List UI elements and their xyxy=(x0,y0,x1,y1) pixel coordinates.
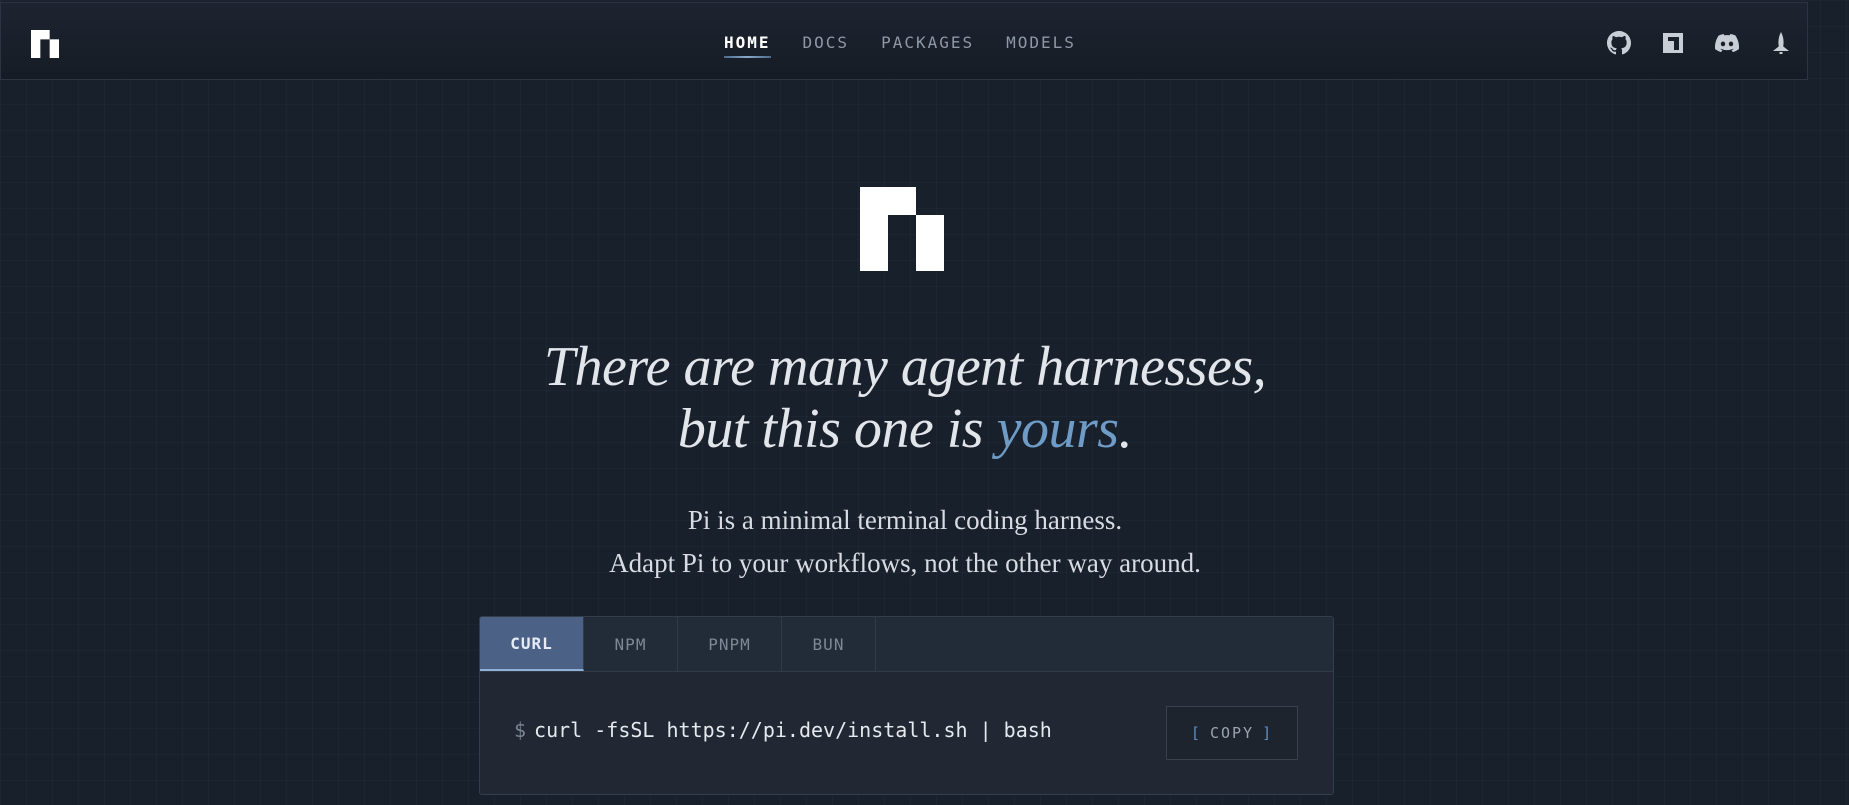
headline-line-1: There are many agent harnesses, xyxy=(543,336,1267,398)
tab-pnpm[interactable]: PNPM xyxy=(678,617,782,671)
install-command[interactable]: $ curl -fsSL https://pi.dev/install.sh | … xyxy=(514,718,1052,742)
headline-line-2-suffix: . xyxy=(1118,398,1133,460)
tab-bun[interactable]: BUN xyxy=(782,617,876,671)
subtitle-line-2: Adapt Pi to your workflows, not the othe… xyxy=(609,548,1201,578)
install-tabs: CURL NPM PNPM BUN xyxy=(480,617,1333,672)
rocket-icon[interactable] xyxy=(1769,31,1793,55)
tab-curl[interactable]: CURL xyxy=(480,617,584,671)
top-navigation-bar: HOME DOCS PACKAGES MODELS xyxy=(0,2,1808,80)
copy-bracket-close: ] xyxy=(1262,724,1274,742)
copy-button[interactable]: [ COPY ] xyxy=(1166,706,1298,760)
shell-prompt: $ xyxy=(514,718,527,742)
copy-bracket-open: [ xyxy=(1190,724,1202,742)
nav-home[interactable]: HOME xyxy=(724,33,771,58)
github-icon[interactable] xyxy=(1607,31,1631,55)
tab-npm[interactable]: NPM xyxy=(584,617,678,671)
subtitle-line-1: Pi is a minimal terminal coding harness. xyxy=(687,505,1123,535)
copy-label: COPY xyxy=(1209,724,1255,742)
header-icons xyxy=(1607,31,1793,55)
hero-headline: There are many agent harnesses, but this… xyxy=(0,336,1810,460)
nav-packages[interactable]: PACKAGES xyxy=(881,33,974,58)
nav-docs[interactable]: DOCS xyxy=(803,33,850,58)
discord-icon[interactable] xyxy=(1715,31,1739,55)
hero-subtitle: Pi is a minimal terminal coding harness.… xyxy=(0,499,1810,585)
pi-logo-icon[interactable] xyxy=(31,30,59,58)
nav-models[interactable]: MODELS xyxy=(1006,33,1076,58)
pi-hero-logo-icon xyxy=(860,187,944,271)
notebook-icon[interactable] xyxy=(1661,31,1685,55)
headline-line-2-prefix: but this one is xyxy=(677,398,997,460)
command-text: curl -fsSL https://pi.dev/install.sh | b… xyxy=(534,718,1052,742)
headline-accent-word: yours xyxy=(996,398,1119,460)
main-nav: HOME DOCS PACKAGES MODELS xyxy=(724,33,1076,58)
